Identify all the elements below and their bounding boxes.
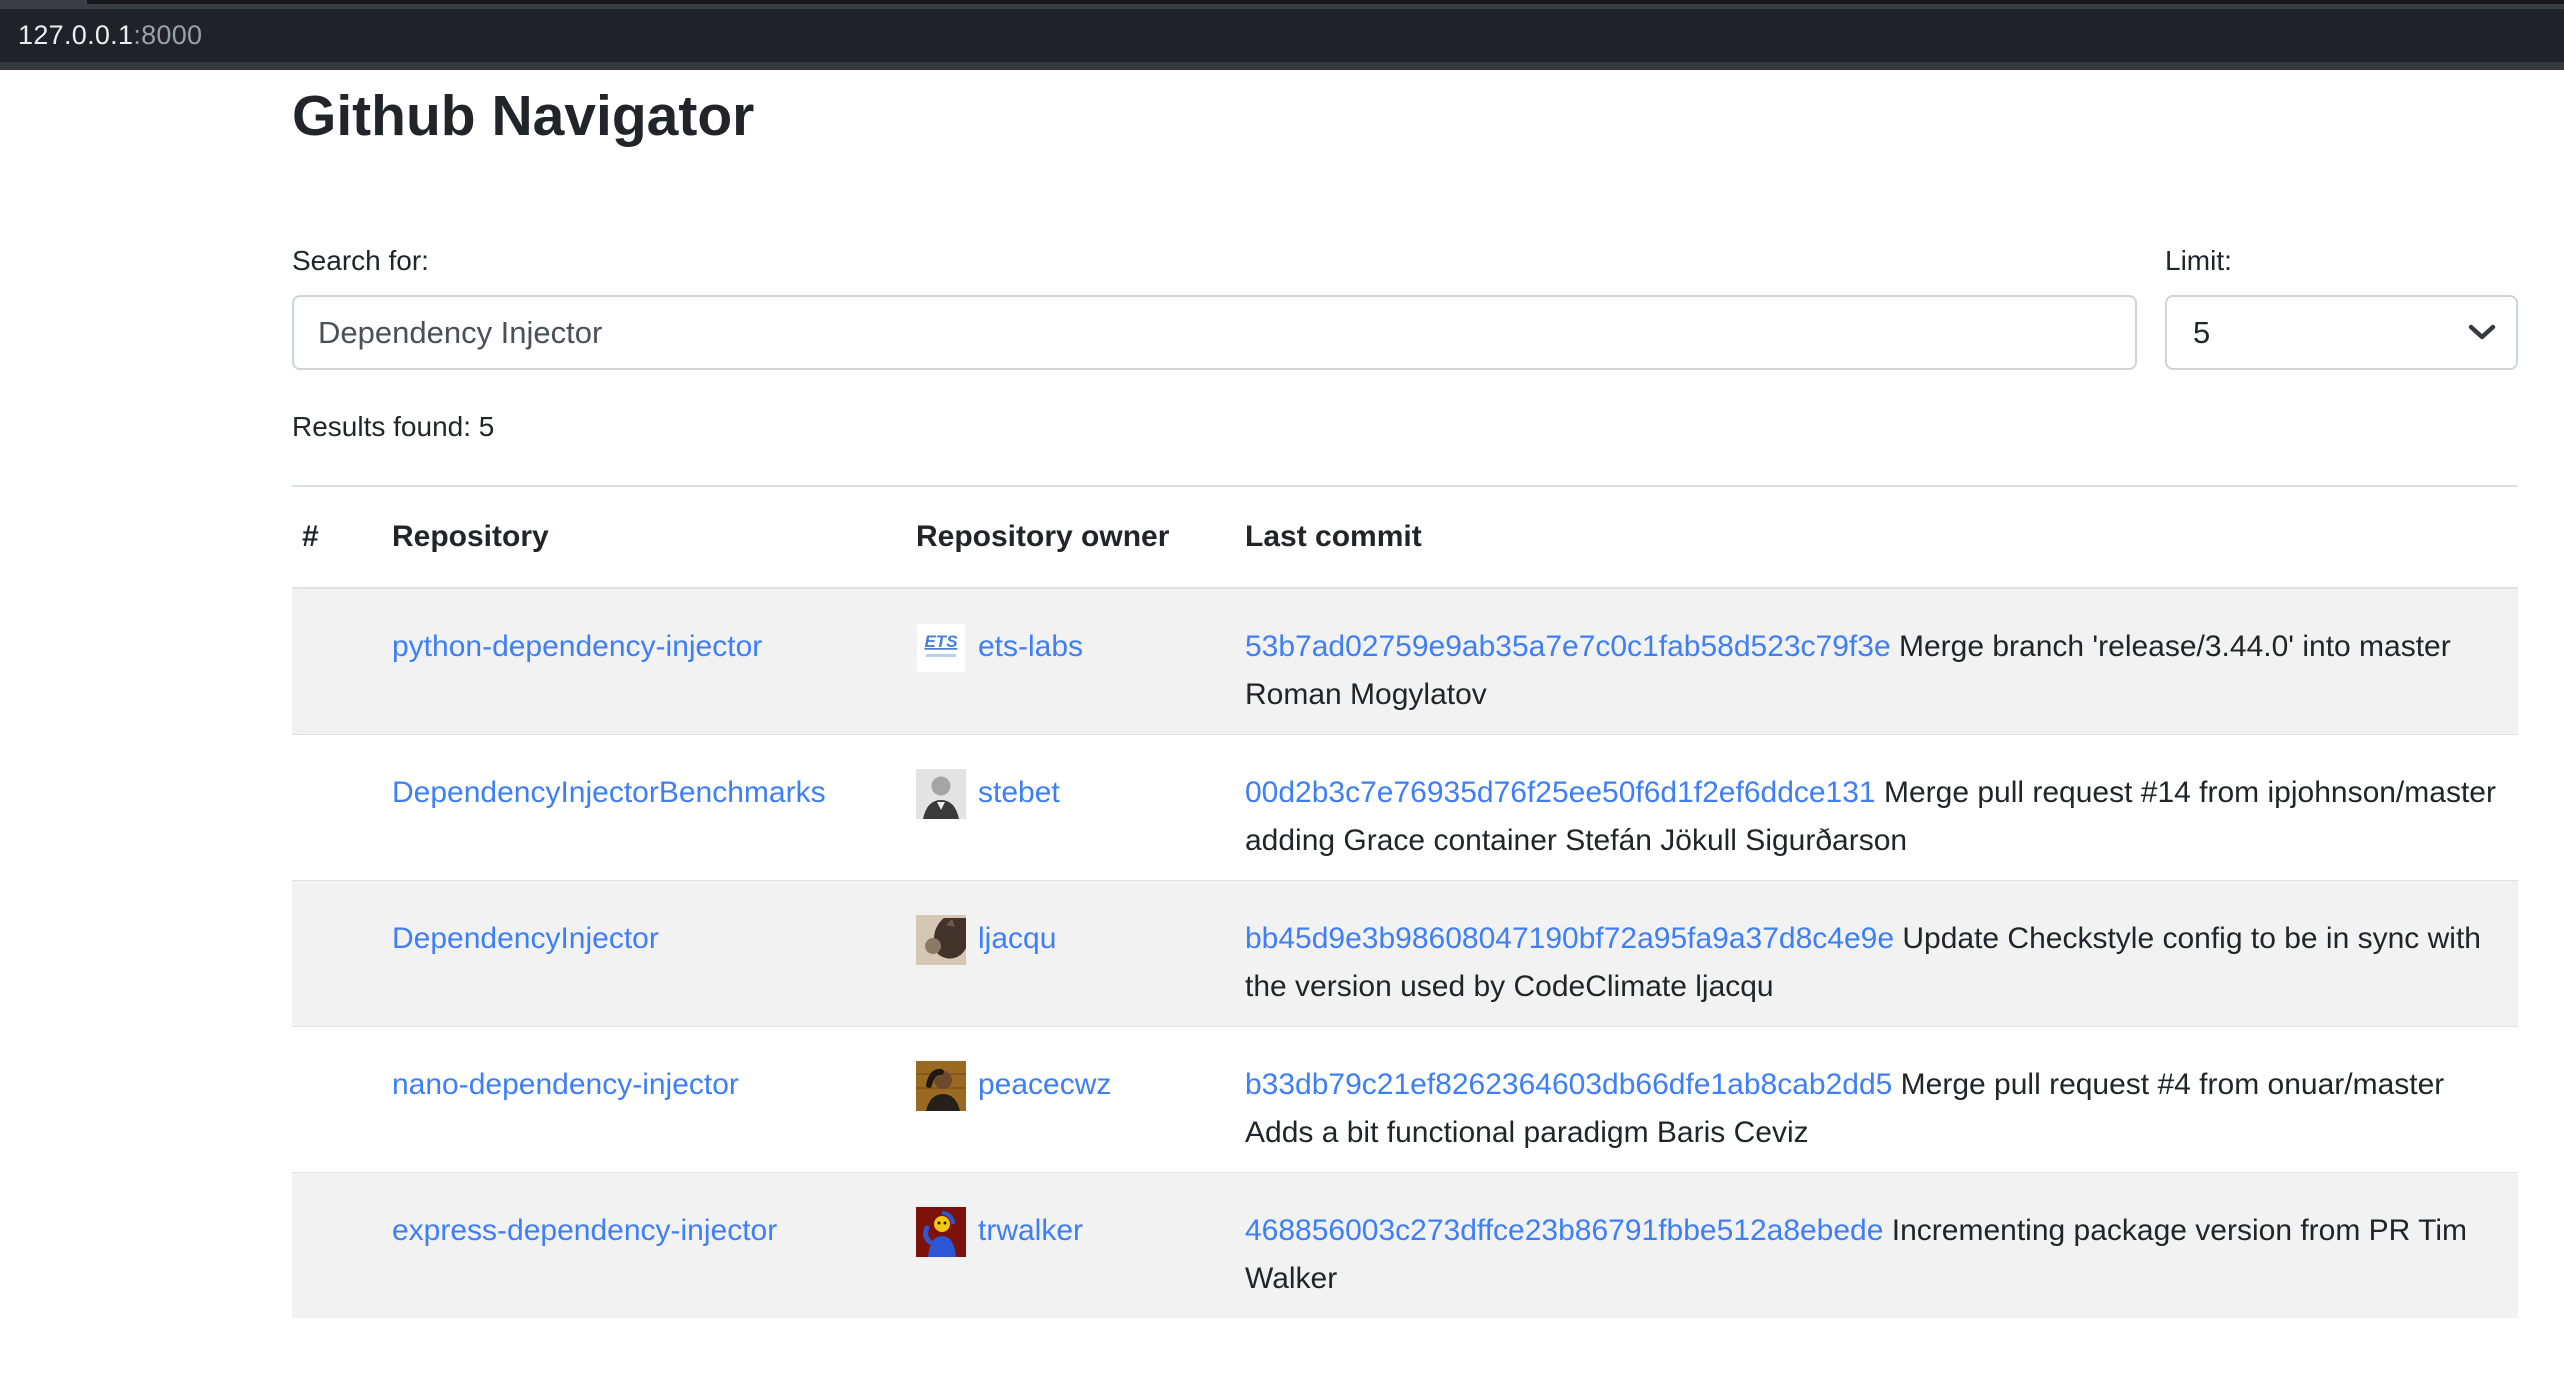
results-table: # Repository Repository owner Last commi…	[292, 485, 2518, 1318]
limit-select[interactable]: 5	[2165, 295, 2518, 370]
repository-cell: nano-dependency-injector	[382, 1026, 906, 1172]
table-header-row: # Repository Repository owner Last commi…	[292, 486, 2518, 588]
avatar-ljacqu	[916, 915, 966, 965]
owner-cell: ljacqu	[906, 880, 1235, 1026]
owner-cell: stebet	[906, 734, 1235, 880]
row-index-cell	[292, 1172, 382, 1318]
page-container: Github Navigator Search for: Limit: 5 Re…	[292, 82, 2518, 1318]
owner-cell: peacecwz	[906, 1026, 1235, 1172]
commit-hash-link[interactable]: bb45d9e3b98608047190bf72a95fa9a37d8c4e9e	[1245, 922, 1894, 955]
table-row: DependencyInjectorBenchmarks stebet 00d2…	[292, 734, 2518, 880]
search-column: Search for:	[292, 240, 2137, 370]
avatar-stebet	[916, 769, 966, 819]
table-row: DependencyInjector ljacqu bb45d9e3b98608…	[292, 880, 2518, 1026]
search-input[interactable]	[292, 295, 2137, 370]
row-index-cell	[292, 1026, 382, 1172]
owner-link[interactable]: ets-labs	[978, 630, 1083, 663]
url-port: :8000	[133, 20, 202, 51]
search-form: Search for: Limit: 5	[292, 240, 2518, 370]
header-index: #	[292, 486, 382, 588]
avatar-trwalker	[916, 1207, 966, 1257]
repository-link[interactable]: python-dependency-injector	[392, 630, 762, 663]
repository-cell: DependencyInjector	[382, 880, 906, 1026]
repository-link[interactable]: nano-dependency-injector	[392, 1068, 739, 1101]
header-repository: Repository	[382, 486, 906, 588]
toolbar-bottom-edge	[0, 62, 2564, 70]
owner-cell: ETS ets-labs	[906, 588, 1235, 734]
repository-link[interactable]: DependencyInjectorBenchmarks	[392, 776, 826, 809]
repository-cell: DependencyInjectorBenchmarks	[382, 734, 906, 880]
commit-hash-link[interactable]: 468856003c273dffce23b86791fbbe512a8ebede	[1245, 1214, 1883, 1247]
commit-cell: 468856003c273dffce23b86791fbbe512a8ebede…	[1235, 1172, 2518, 1318]
table-row: python-dependency-injector ETS ets-labs …	[292, 588, 2518, 734]
row-index-cell	[292, 588, 382, 734]
owner-link[interactable]: peacecwz	[978, 1068, 1111, 1101]
window-edge-shadow	[87, 0, 2564, 4]
row-index-cell	[292, 880, 382, 1026]
limit-column: Limit: 5	[2165, 240, 2518, 370]
window-top-edge	[0, 0, 2564, 9]
browser-chrome: 127.0.0.1:8000	[0, 0, 2564, 70]
commit-hash-link[interactable]: b33db79c21ef8262364603db66dfe1ab8cab2dd5	[1245, 1068, 1892, 1101]
url-bar[interactable]: 127.0.0.1:8000	[0, 9, 2564, 62]
svg-text:ETS: ETS	[924, 632, 958, 651]
url-host: 127.0.0.1	[18, 20, 133, 51]
avatar-peacecwz	[916, 1061, 966, 1111]
commit-hash-link[interactable]: 00d2b3c7e76935d76f25ee50f6d1f2ef6ddce131	[1245, 776, 1876, 809]
table-row: express-dependency-injector tr	[292, 1172, 2518, 1318]
commit-cell: b33db79c21ef8262364603db66dfe1ab8cab2dd5…	[1235, 1026, 2518, 1172]
owner-link[interactable]: stebet	[978, 776, 1060, 809]
commit-cell: bb45d9e3b98608047190bf72a95fa9a37d8c4e9e…	[1235, 880, 2518, 1026]
commit-hash-link[interactable]: 53b7ad02759e9ab35a7e7c0c1fab58d523c79f3e	[1245, 630, 1891, 663]
row-index-cell	[292, 734, 382, 880]
repository-cell: python-dependency-injector	[382, 588, 906, 734]
commit-cell: 53b7ad02759e9ab35a7e7c0c1fab58d523c79f3e…	[1235, 588, 2518, 734]
header-owner: Repository owner	[906, 486, 1235, 588]
table-row: nano-dependency-injector peacecwz	[292, 1026, 2518, 1172]
search-label: Search for:	[292, 240, 2137, 282]
header-last-commit: Last commit	[1235, 486, 2518, 588]
owner-link[interactable]: ljacqu	[978, 922, 1056, 955]
avatar-ets-labs: ETS	[916, 623, 966, 673]
owner-link[interactable]: trwalker	[978, 1214, 1083, 1247]
limit-label: Limit:	[2165, 240, 2518, 282]
page-title: Github Navigator	[292, 82, 2518, 150]
repository-link[interactable]: express-dependency-injector	[392, 1214, 777, 1247]
repository-link[interactable]: DependencyInjector	[392, 922, 659, 955]
results-summary: Results found: 5	[292, 406, 2518, 448]
owner-cell: trwalker	[906, 1172, 1235, 1318]
commit-cell: 00d2b3c7e76935d76f25ee50f6d1f2ef6ddce131…	[1235, 734, 2518, 880]
repository-cell: express-dependency-injector	[382, 1172, 906, 1318]
